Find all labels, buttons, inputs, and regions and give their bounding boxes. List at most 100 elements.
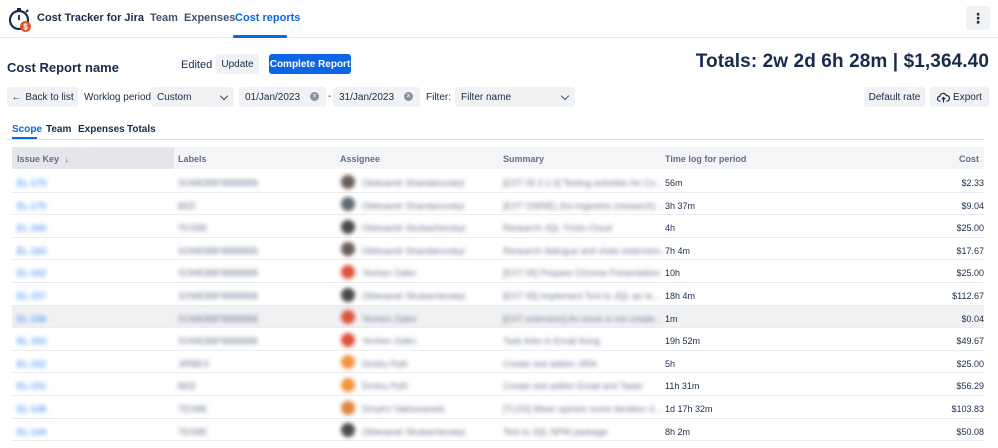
table-row[interactable] — [12, 170, 984, 193]
chevron-down-icon — [219, 91, 229, 101]
tab-scope[interactable]: Scope — [12, 124, 42, 135]
issue-key-link[interactable]: EL-156 — [17, 314, 46, 324]
summary-cell[interactable]: [EXT OWNE] Jira Ingestion (research) ... — [503, 201, 665, 211]
summary-cell[interactable]: Create rest addon Email and Tasks — [503, 381, 643, 391]
summary-cell[interactable]: [EXT 05] Implement Tool to JQL as re... — [503, 291, 660, 301]
table-row[interactable] — [12, 373, 984, 396]
assignee-cell: Oleksandr Skubachevskyi — [362, 291, 466, 301]
table-row[interactable] — [12, 396, 984, 419]
labels-cell: SOMEBBFBBBBBB — [178, 268, 259, 279]
assignee-cell: Yevhen Zaiko — [362, 313, 417, 324]
summary-cell[interactable]: Create rest addon JIRA — [503, 359, 597, 369]
issue-key-link[interactable]: EL-157 — [17, 291, 46, 301]
issue-key-link[interactable]: EL-163 — [17, 246, 46, 256]
labels-cell: BEE — [178, 381, 197, 392]
cloud-upload-icon — [937, 92, 951, 102]
issue-key-link[interactable]: EL-152 — [17, 359, 46, 369]
table-row[interactable] — [12, 260, 984, 283]
labels-cell: SOMEBBFBBBBBB — [178, 291, 259, 301]
cost-cell: $25.00 — [956, 358, 984, 369]
labels-cell: SOMEBBFBBBBBB — [178, 336, 259, 347]
issue-key-link[interactable]: EL-162 — [17, 268, 46, 278]
summary-cell[interactable]: Research dialogue and chats extension... — [503, 246, 668, 256]
avatar — [341, 287, 355, 302]
default-rate-button[interactable]: Default rate — [864, 87, 925, 107]
date-to-input[interactable]: 31/Jan/2023 × — [333, 87, 420, 107]
labels-cell: JIRBEX — [178, 358, 210, 369]
time-log-cell: 4h — [665, 223, 676, 234]
table-row[interactable] — [12, 305, 984, 329]
nav-expenses[interactable]: Expenses — [184, 12, 235, 24]
kebab-menu-icon[interactable]: ⋮ — [966, 6, 990, 30]
issue-key-link[interactable]: EL-179 — [17, 178, 46, 188]
cost-cell: $25.00 — [956, 268, 984, 279]
table-row[interactable] — [12, 419, 984, 442]
time-log-cell: 19h 52m — [665, 336, 701, 347]
export-button[interactable]: Export — [930, 87, 989, 107]
labels-cell: TEXBE — [178, 223, 208, 234]
issue-key-link[interactable]: EL-144 — [17, 427, 46, 437]
header-cost[interactable]: Cost — [959, 154, 979, 164]
tab-expenses[interactable]: Expenses — [78, 124, 125, 135]
complete-report-button[interactable]: Complete Report — [269, 54, 351, 74]
tab-active-indicator — [12, 137, 37, 139]
app-title[interactable]: Cost Tracker for Jira — [37, 12, 144, 24]
table-row[interactable] — [12, 215, 984, 238]
issue-key-link[interactable]: EL-175 — [17, 201, 46, 211]
time-log-cell: 11h 31m — [665, 381, 700, 392]
filter-select[interactable]: Filter name — [455, 87, 575, 107]
date-separator: - — [328, 91, 332, 102]
issue-key-link[interactable]: EL-153 — [17, 336, 46, 346]
header-assignee[interactable]: Assignee — [340, 154, 380, 164]
report-name: Cost Report name — [7, 60, 119, 75]
stopwatch-dollar-icon[interactable]: $ — [6, 5, 34, 33]
summary-cell[interactable]: [TLDS] Mean opinion score iteration 4... — [503, 404, 662, 414]
back-to-list-button[interactable]: ← Back to list — [7, 87, 78, 107]
arrow-down-icon: ↓ — [64, 154, 70, 164]
table-row[interactable] — [12, 238, 984, 261]
avatar — [341, 400, 355, 415]
report-status: Edited — [181, 59, 213, 71]
summary-cell[interactable]: Test to JQL NPM package — [503, 427, 607, 437]
clear-icon[interactable]: × — [310, 92, 319, 101]
header-issue-key[interactable]: Issue Key ↓ — [17, 154, 69, 164]
issue-key-link[interactable]: EL-148 — [17, 404, 46, 414]
table-row[interactable] — [12, 328, 984, 351]
date-from-input[interactable]: 01/Jan/2023 × — [239, 87, 326, 107]
summary-cell[interactable]: [EXT extension] An issue is not create..… — [503, 314, 662, 324]
header-time-log[interactable]: Time log for period — [665, 154, 746, 164]
table-row[interactable] — [12, 193, 984, 216]
avatar — [341, 197, 355, 212]
issue-key-link[interactable]: EL-164 — [17, 223, 46, 233]
labels-cell: SOMEBBFBBBBBB — [178, 313, 259, 324]
update-button[interactable]: Update — [216, 54, 259, 74]
worklog-period-label: Worklog period: — [84, 92, 154, 103]
chevron-down-icon — [560, 91, 570, 101]
cost-cell: $17.67 — [956, 245, 984, 256]
period-select[interactable]: Custom — [151, 87, 234, 107]
clear-icon[interactable]: × — [404, 92, 413, 101]
nav-cost-reports[interactable]: Cost reports — [235, 12, 300, 24]
avatar — [341, 332, 355, 347]
summary-cell[interactable]: Research JQL Tricks Cloud — [503, 223, 612, 233]
tab-totals[interactable]: Totals — [127, 124, 156, 135]
assignee-cell: Oleksandr Skubachevskyi — [362, 426, 466, 437]
cost-cell: $50.08 — [956, 426, 984, 437]
date-from-value: 01/Jan/2023 — [245, 91, 301, 103]
summary-cell[interactable]: Task links in Email fixing — [503, 336, 600, 346]
labels-cell: BEE — [178, 200, 197, 211]
time-log-cell: 1d 17h 32m — [665, 404, 713, 414]
table-row[interactable] — [12, 283, 984, 306]
cost-cell: $49.67 — [956, 336, 984, 347]
svg-text:$: $ — [23, 23, 28, 32]
header-summary[interactable]: Summary — [503, 154, 544, 164]
table-row[interactable] — [12, 351, 984, 374]
assignee-cell: Yevhen Zaiko — [362, 336, 417, 347]
summary-cell[interactable]: [EXT 05 2.1.0] Testing activities for Co… — [503, 178, 663, 188]
nav-team[interactable]: Team — [150, 12, 178, 24]
issue-key-link[interactable]: EL-151 — [17, 381, 46, 391]
tab-team[interactable]: Team — [46, 124, 71, 135]
header-labels[interactable]: Labels — [178, 154, 207, 164]
summary-cell[interactable]: [EXT 05] Prepare Chrome Presentation — [503, 268, 660, 278]
assignee-cell: Oleksandr Skubachevskyi — [362, 223, 466, 234]
